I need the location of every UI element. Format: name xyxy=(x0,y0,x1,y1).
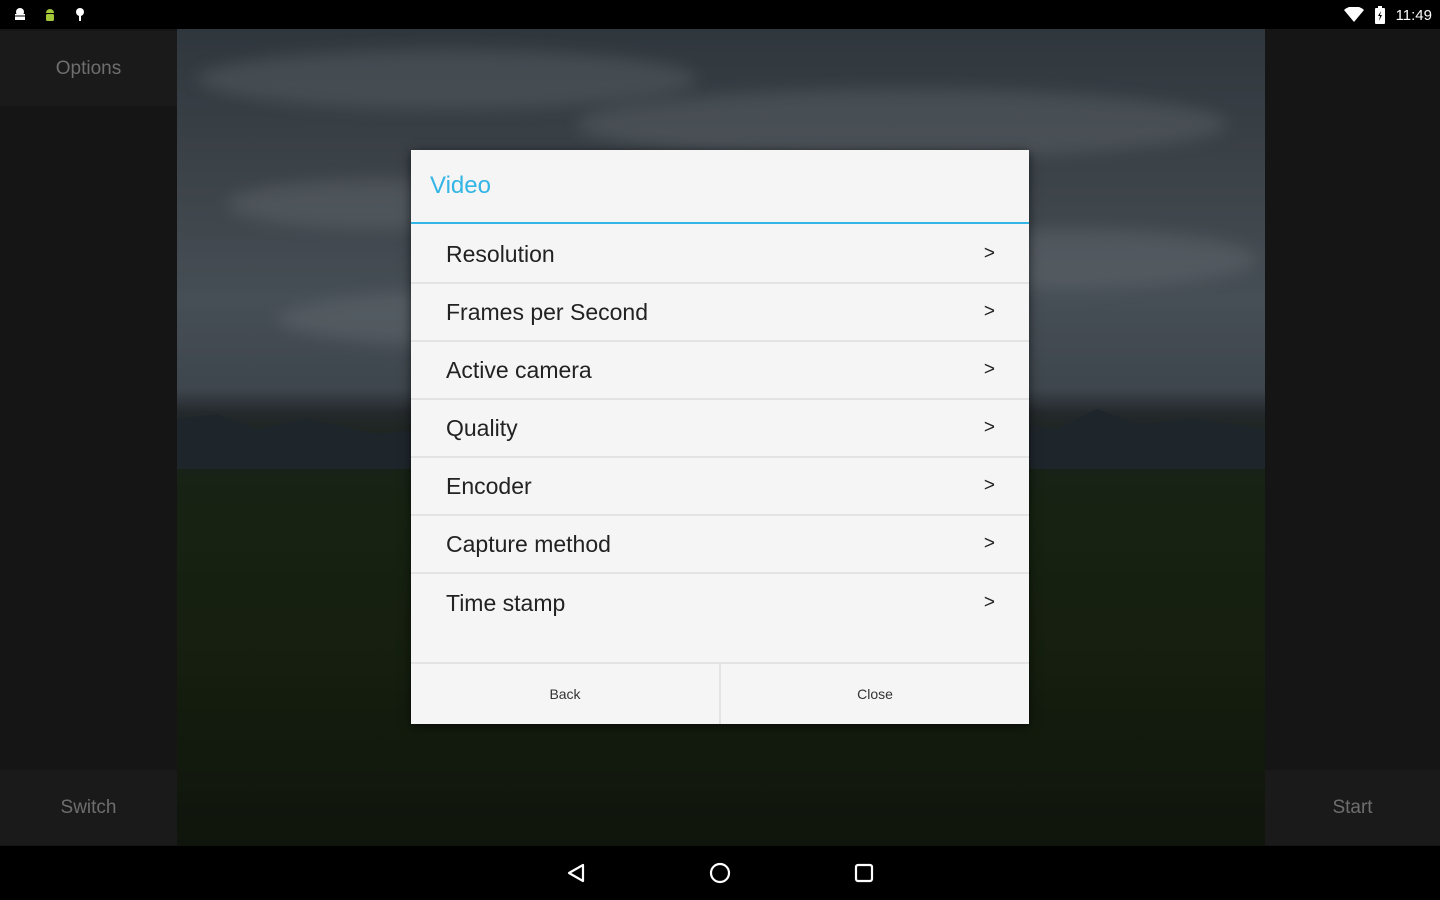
chevron-right-icon: > xyxy=(983,592,995,613)
status-bar: 11:49 xyxy=(0,0,1440,29)
back-button[interactable]: Back xyxy=(411,664,719,724)
navigation-bar xyxy=(0,846,1440,900)
chevron-right-icon: > xyxy=(983,475,995,496)
menu-item-label: Active camera xyxy=(446,356,592,383)
video-settings-dialog: Video Resolution > Frames per Second > A… xyxy=(411,150,1029,724)
close-button[interactable]: Close xyxy=(719,664,1029,724)
options-button[interactable]: Options xyxy=(0,31,177,106)
menu-item-resolution[interactable]: Resolution > xyxy=(411,226,1029,284)
system-status: 11:49 xyxy=(1343,5,1432,25)
menu-item-label: Time stamp xyxy=(446,589,566,616)
clock: 11:49 xyxy=(1395,6,1432,24)
android-debug-icon xyxy=(10,5,30,25)
menu-item-label: Frames per Second xyxy=(446,298,648,325)
recents-icon[interactable] xyxy=(849,858,879,888)
home-icon[interactable] xyxy=(705,858,735,888)
menu-item-label: Encoder xyxy=(446,472,532,499)
battery-icon xyxy=(1370,5,1390,25)
dialog-button-bar: Back Close xyxy=(411,662,1029,724)
menu-item-quality[interactable]: Quality > xyxy=(411,400,1029,458)
menu-item-label: Capture method xyxy=(446,530,611,557)
pin-icon xyxy=(70,5,90,25)
android-robot-icon xyxy=(40,5,60,25)
left-control-panel: Options Switch xyxy=(0,29,177,846)
back-icon[interactable] xyxy=(561,858,591,888)
menu-item-active-camera[interactable]: Active camera > xyxy=(411,342,1029,400)
dialog-title: Video xyxy=(411,150,1029,224)
menu-item-label: Quality xyxy=(446,414,518,441)
start-button[interactable]: Start xyxy=(1265,770,1440,845)
chevron-right-icon: > xyxy=(983,301,995,322)
notification-icons xyxy=(10,5,90,25)
chevron-right-icon: > xyxy=(983,533,995,554)
right-control-panel: Start xyxy=(1265,29,1440,846)
menu-item-capture-method[interactable]: Capture method > xyxy=(411,516,1029,574)
menu-item-label: Resolution xyxy=(446,240,555,267)
wifi-icon xyxy=(1343,5,1364,25)
menu-item-encoder[interactable]: Encoder > xyxy=(411,458,1029,516)
chevron-right-icon: > xyxy=(983,243,995,264)
chevron-right-icon: > xyxy=(983,359,995,380)
switch-button[interactable]: Switch xyxy=(0,770,177,845)
chevron-right-icon: > xyxy=(983,417,995,438)
video-options-list: Resolution > Frames per Second > Active … xyxy=(411,224,1029,632)
menu-item-time-stamp[interactable]: Time stamp > xyxy=(411,574,1029,632)
menu-item-frames-per-second[interactable]: Frames per Second > xyxy=(411,284,1029,342)
